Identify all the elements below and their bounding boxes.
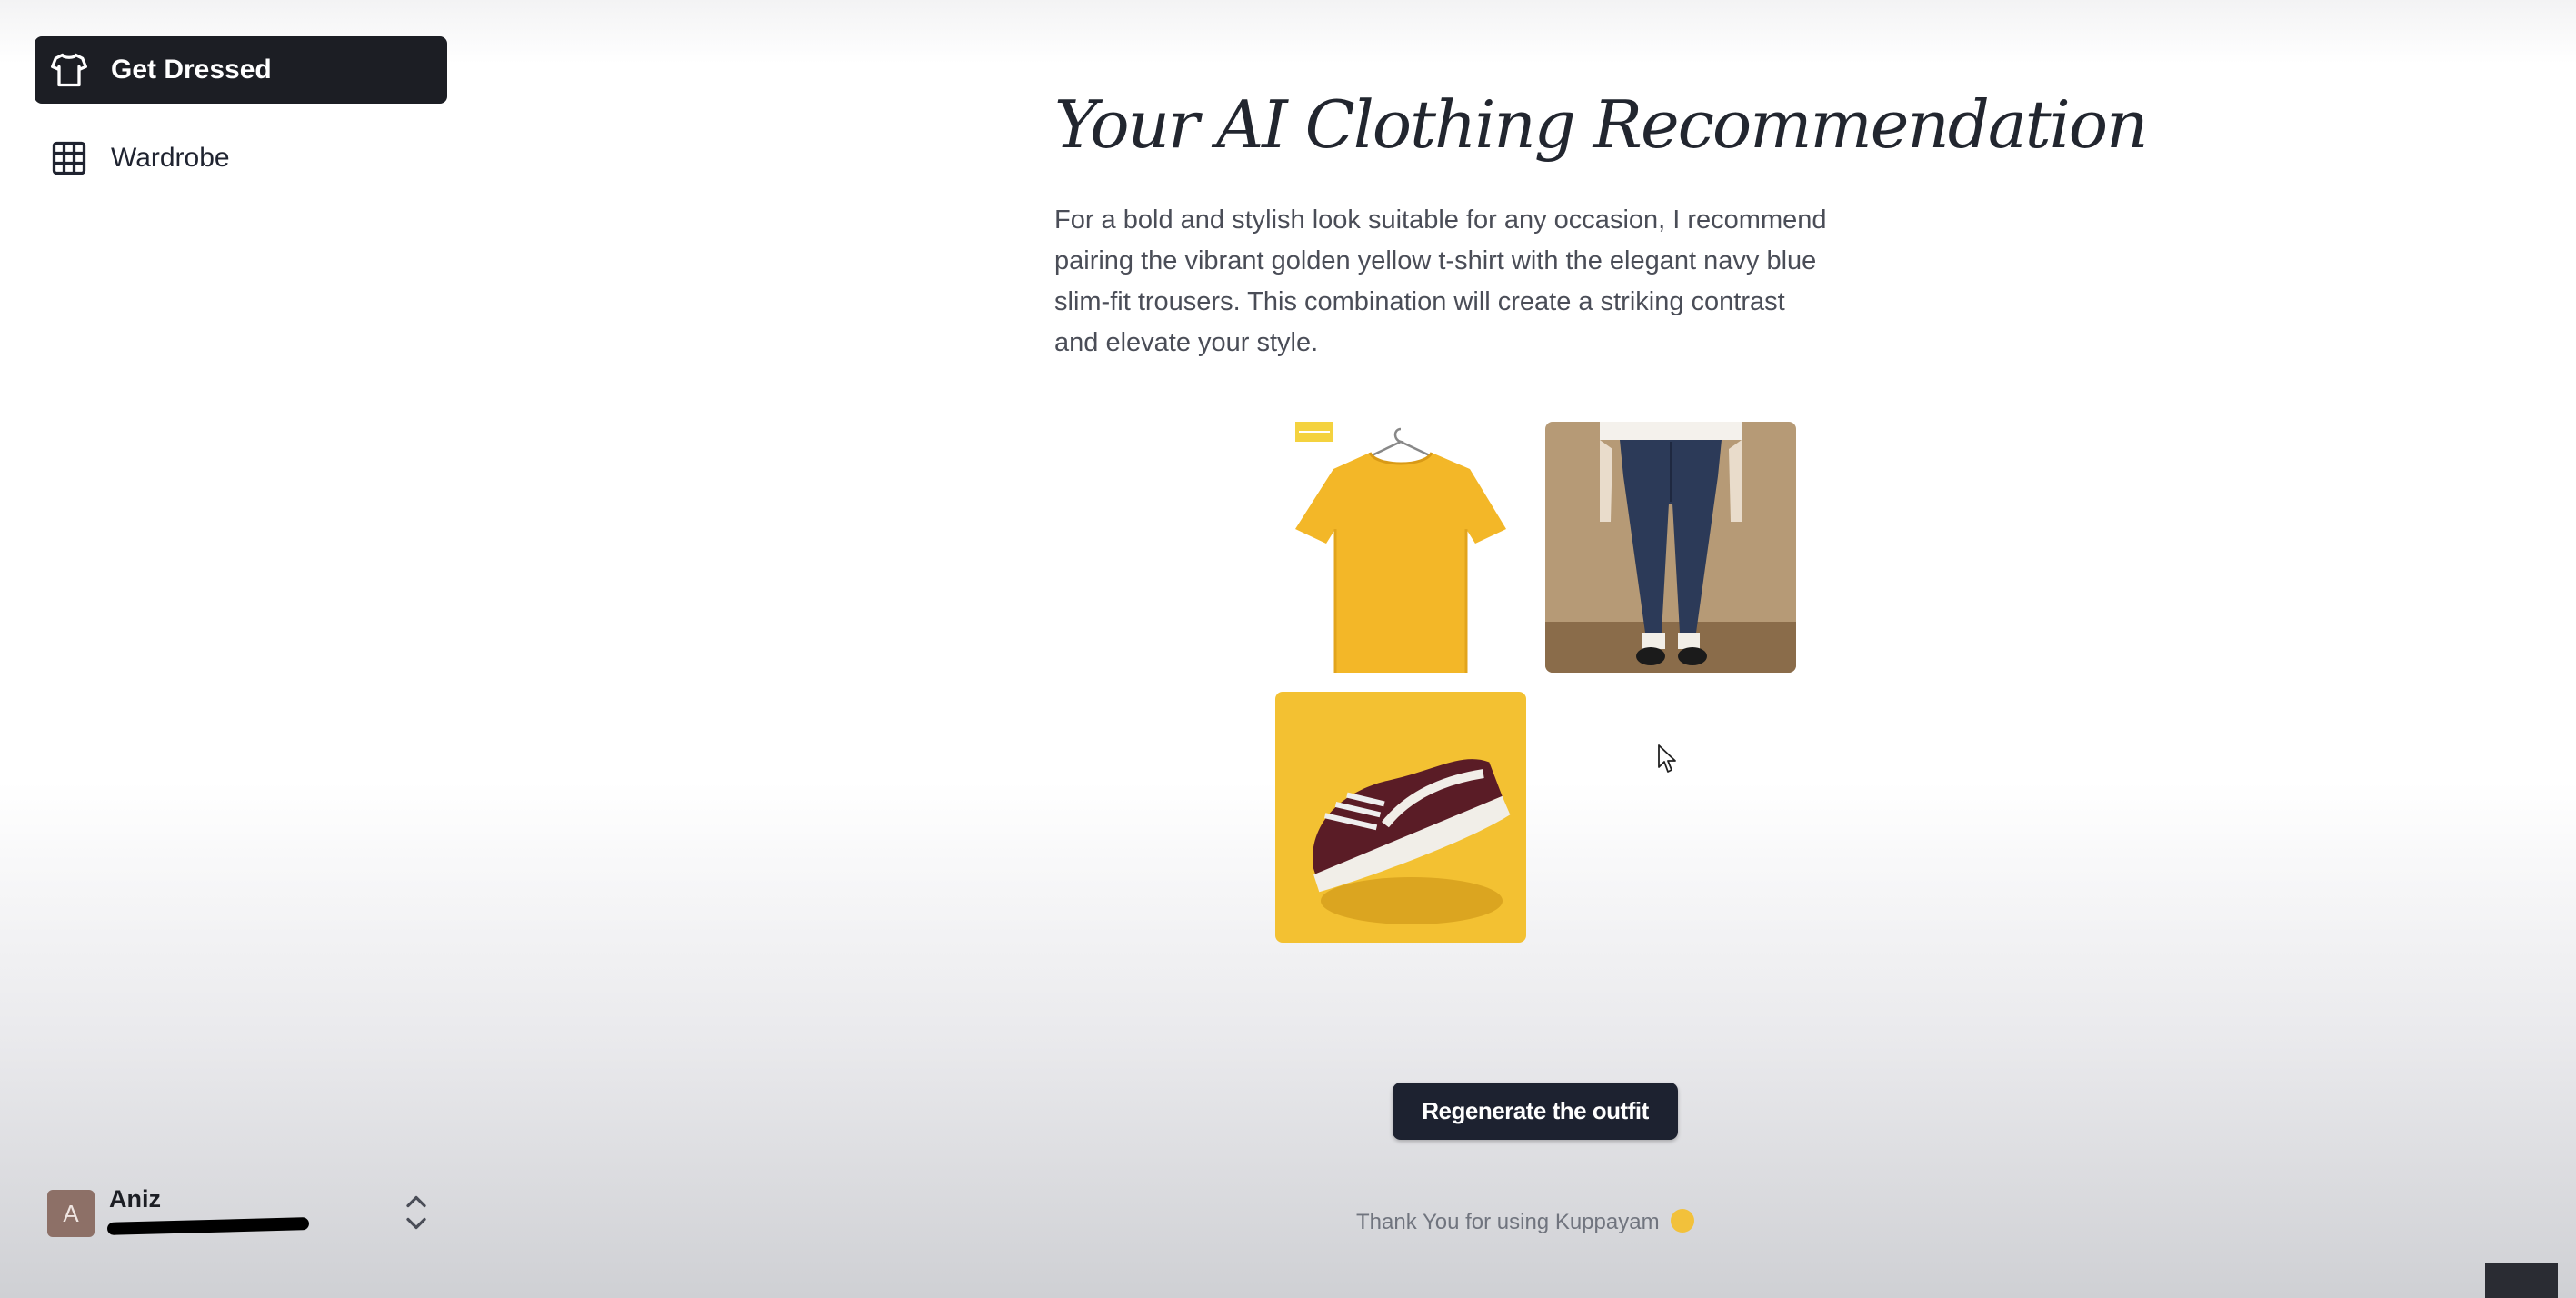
grid-icon (49, 138, 89, 178)
redaction-mark (106, 1217, 310, 1235)
chevron-up-down-icon[interactable] (400, 1191, 433, 1234)
regenerate-outfit-button[interactable]: Regenerate the outfit (1393, 1083, 1678, 1140)
user-name: Aniz (109, 1185, 161, 1213)
shirt-icon (49, 50, 89, 90)
thanks-text: Thank You for using Kuppayam (1356, 1210, 1660, 1234)
sidebar-item-label: Get Dressed (111, 55, 272, 85)
page-title: Your AI Clothing Recommendation (1054, 86, 2148, 163)
avatar: A (47, 1190, 95, 1237)
recommendation-text: For a bold and stylish look suitable for… (1054, 205, 1827, 357)
user-account-menu[interactable]: A Aniz (47, 1182, 438, 1245)
footer-thanks: Thank You for using Kuppayam (1356, 1209, 1695, 1235)
mouse-cursor-icon (1658, 744, 1676, 773)
outfit-image-tshirt (1275, 422, 1526, 673)
corner-widget[interactable] (2485, 1263, 2558, 1298)
outfit-image-trousers (1545, 422, 1796, 673)
sidebar-item-get-dressed[interactable]: Get Dressed (35, 36, 447, 104)
sidebar-item-label: Wardrobe (111, 143, 230, 173)
sidebar-item-wardrobe[interactable]: Wardrobe (35, 125, 447, 192)
outfit-image-sneakers (1275, 692, 1526, 943)
user-info: Aniz (106, 1185, 318, 1242)
smiling-emoji-icon (1671, 1209, 1695, 1233)
